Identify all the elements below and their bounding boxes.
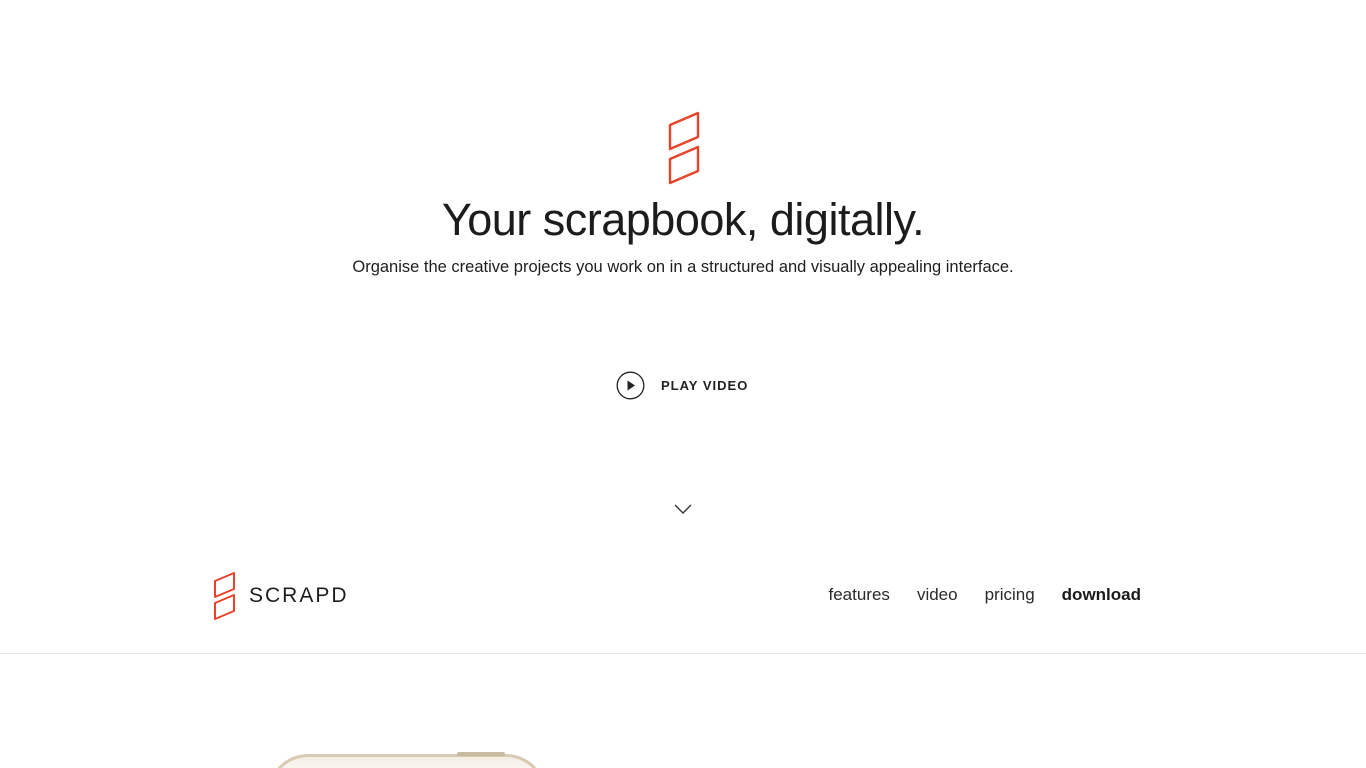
nav-link-video[interactable]: video (917, 585, 958, 605)
landing-page: Your scrapbook, digitally. Organise the … (0, 0, 1366, 768)
chevron-down-icon[interactable] (674, 503, 692, 515)
device-image (268, 754, 546, 768)
brand-name: SCRAPD (249, 584, 349, 607)
play-video-button[interactable]: PLAY VIDEO (616, 371, 748, 399)
scrapd-logo-icon (214, 572, 235, 620)
play-circle-icon (616, 371, 645, 399)
nav-link-pricing[interactable]: pricing (985, 585, 1035, 605)
nav-link-download[interactable]: download (1062, 585, 1141, 605)
brand-home-link[interactable]: SCRAPD (213, 572, 349, 620)
device-side-button (457, 752, 505, 756)
scrapd-logo-icon (668, 111, 700, 185)
hero-title: Your scrapbook, digitally. (441, 194, 925, 245)
nav-link-features[interactable]: features (829, 585, 890, 605)
hero-subtitle: Organise the creative projects you work … (352, 258, 1014, 276)
nav-links: features video pricing download (829, 585, 1142, 605)
play-video-label: PLAY VIDEO (661, 377, 749, 393)
main-navigation: SCRAPD features video pricing download (0, 556, 1366, 654)
